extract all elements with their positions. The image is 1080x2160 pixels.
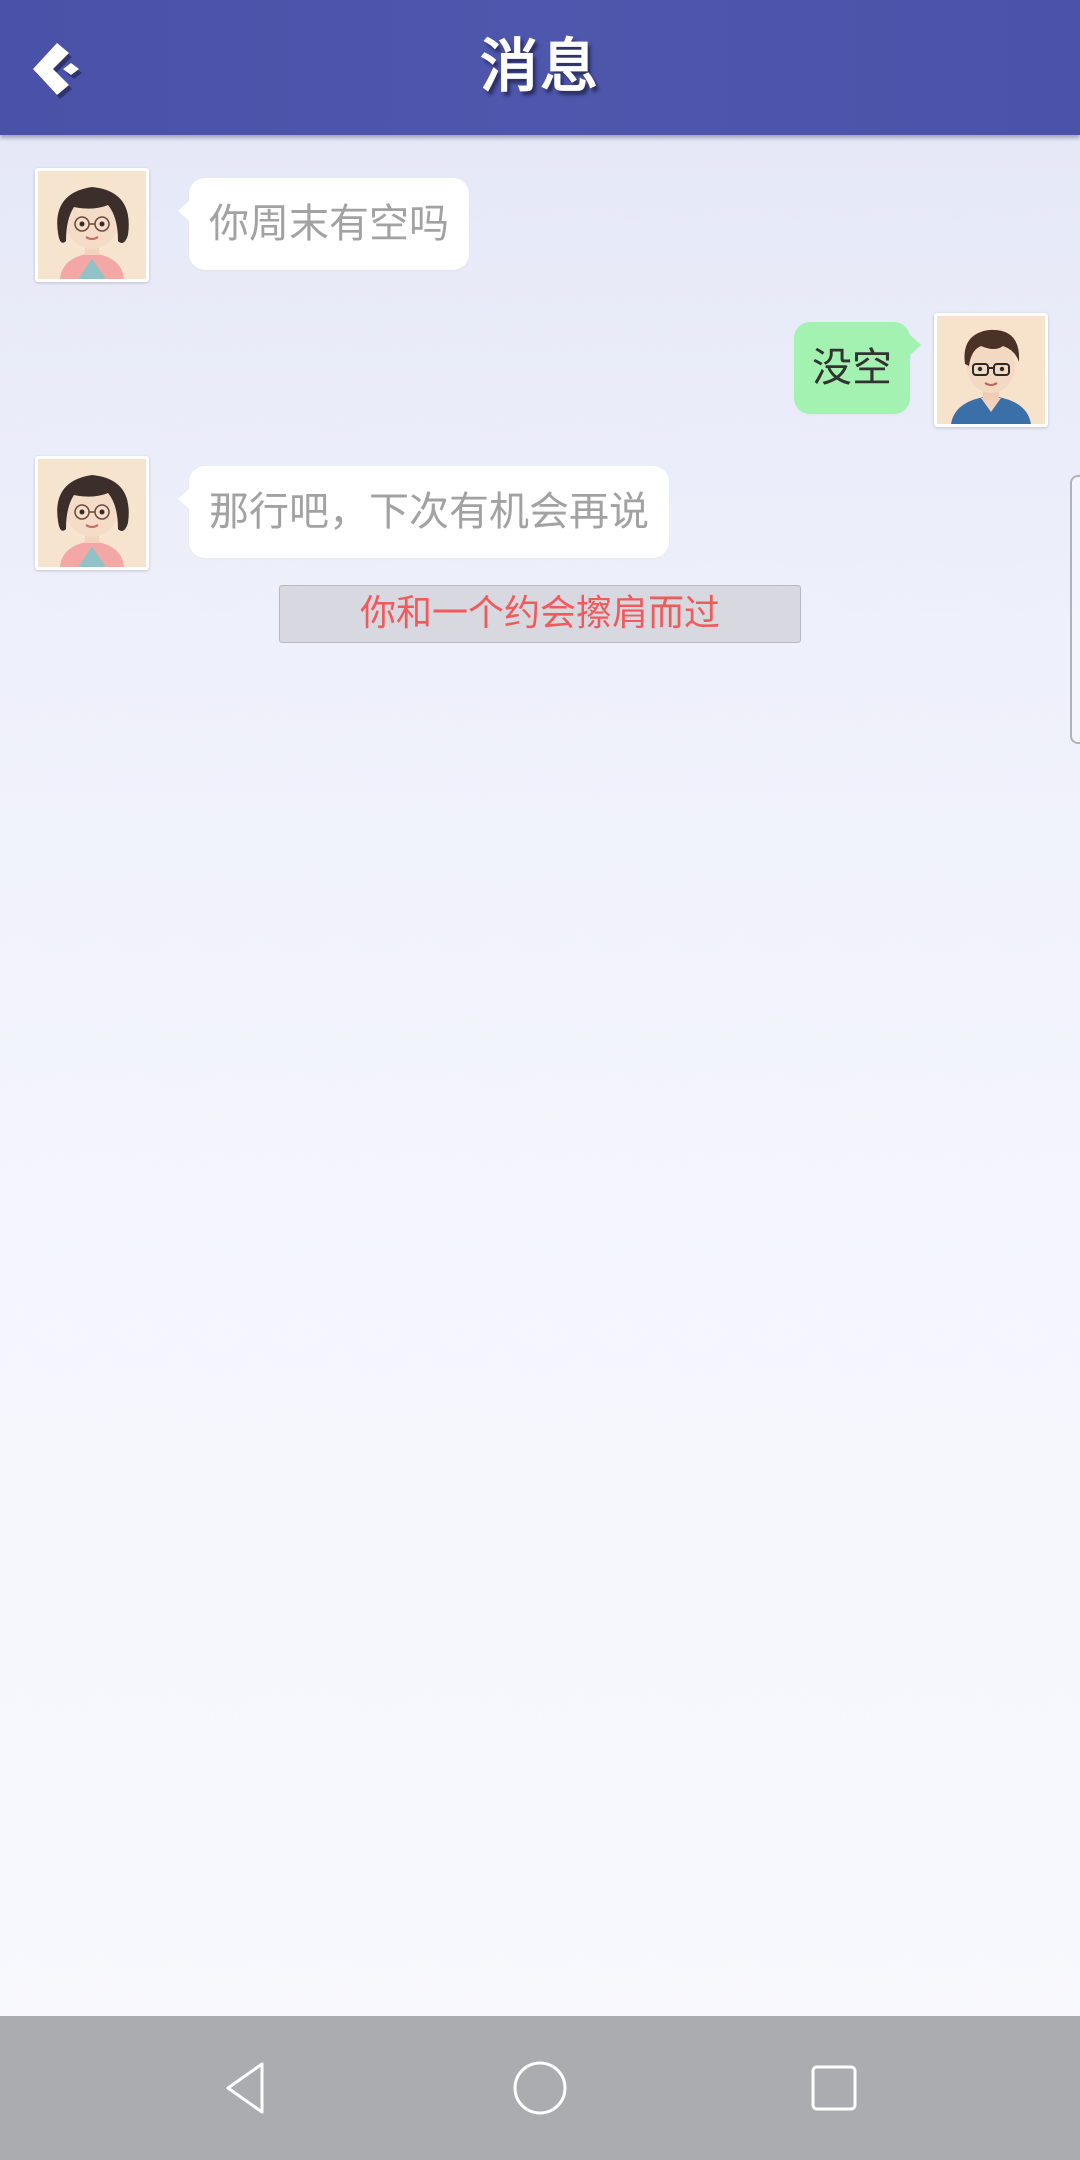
message-text: 你周末有空吗 — [209, 201, 449, 247]
self-message-bubble[interactable]: 没空 — [794, 322, 921, 414]
missed-date-notice: 你和一个约会擦肩而过 — [279, 585, 801, 643]
contact-message-bubble[interactable]: 那行吧，下次有机会再说 — [178, 466, 669, 558]
nav-home-button[interactable] — [504, 2052, 576, 2124]
boy-avatar-icon — [937, 316, 1045, 424]
system-navigation-bar — [0, 2016, 1080, 2160]
nav-recents-button[interactable] — [798, 2052, 870, 2124]
nav-back-triangle-icon — [226, 2062, 264, 2114]
page-title: 消息 — [479, 32, 600, 100]
nav-recents-square-icon — [811, 2065, 857, 2111]
girl-avatar-icon — [38, 171, 146, 279]
message-text: 没空 — [812, 345, 892, 391]
girl-avatar-icon — [38, 459, 146, 567]
self-avatar[interactable] — [934, 313, 1048, 427]
nav-back-button[interactable] — [210, 2052, 282, 2124]
app-header: 消息 — [0, 0, 1080, 135]
message-text: 那行吧，下次有机会再说 — [209, 489, 649, 535]
nav-home-circle-icon — [513, 2061, 567, 2115]
contact-avatar[interactable] — [35, 168, 149, 282]
side-drawer-handle[interactable] — [1070, 475, 1080, 744]
contact-message-bubble[interactable]: 你周末有空吗 — [178, 178, 469, 270]
contact-avatar[interactable] — [35, 456, 149, 570]
